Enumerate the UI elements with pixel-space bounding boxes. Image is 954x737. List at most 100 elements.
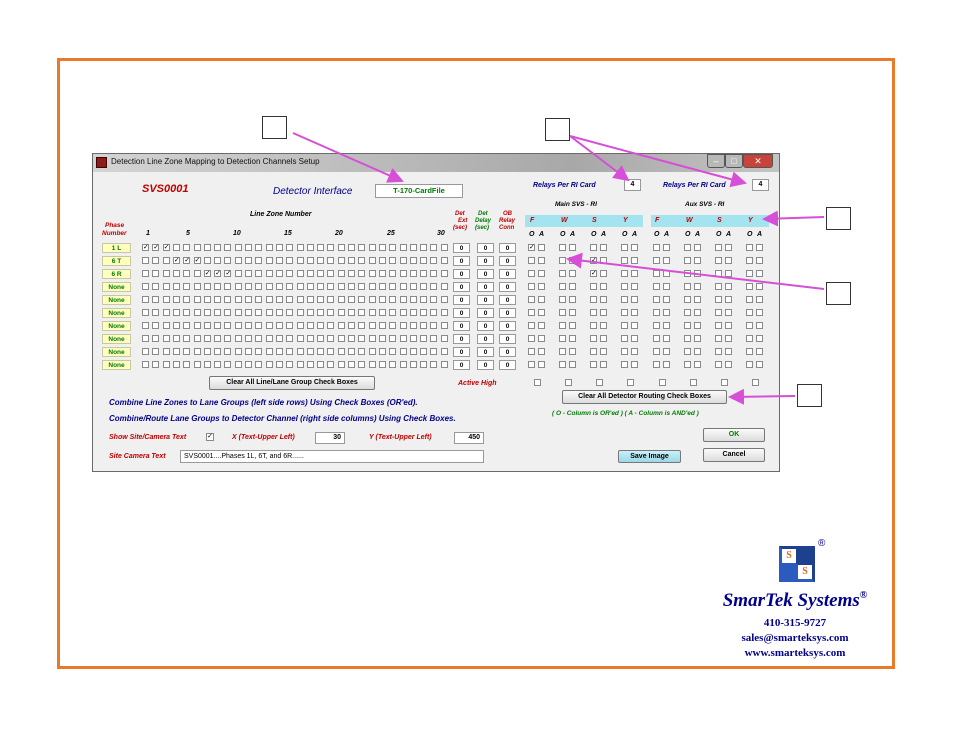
main-routing-checkbox[interactable] — [559, 361, 566, 368]
zone-checkbox[interactable] — [203, 322, 211, 329]
zone-checkbox[interactable] — [152, 309, 160, 316]
aux-routing-checkbox[interactable] — [684, 257, 691, 264]
main-routing-checkbox[interactable] — [559, 270, 566, 277]
aux-routing-checkbox[interactable] — [725, 322, 732, 329]
zone-checkbox[interactable] — [389, 335, 397, 342]
zone-checkbox[interactable] — [348, 361, 355, 368]
det-delay-input[interactable]: 0 — [477, 308, 494, 318]
zone-checkbox[interactable] — [172, 296, 180, 303]
phase-number-cell[interactable]: None — [102, 334, 131, 344]
zone-checkbox[interactable] — [317, 244, 325, 251]
zone-checkbox[interactable] — [420, 283, 428, 290]
aux-routing-checkbox[interactable] — [725, 270, 732, 277]
zone-checkbox[interactable] — [193, 348, 201, 355]
zone-checkbox[interactable] — [142, 322, 149, 329]
aux-routing-checkbox[interactable] — [746, 361, 753, 368]
main-routing-checkbox[interactable] — [538, 309, 545, 316]
zone-checkbox[interactable] — [399, 335, 407, 342]
zone-checkbox[interactable] — [420, 244, 428, 251]
main-routing-checkbox[interactable] — [528, 270, 535, 277]
zone-checkbox[interactable] — [389, 348, 397, 355]
main-routing-checkbox[interactable] — [528, 283, 535, 290]
zone-checkbox[interactable] — [368, 309, 376, 316]
main-routing-checkbox[interactable] — [631, 335, 638, 342]
zone-checkbox[interactable] — [152, 257, 160, 264]
zone-checkbox[interactable] — [275, 244, 283, 251]
zone-checkbox[interactable] — [430, 335, 438, 342]
zone-checkbox[interactable] — [275, 322, 283, 329]
aux-routing-checkbox[interactable] — [653, 309, 660, 316]
zone-checkbox[interactable] — [172, 283, 180, 290]
main-routing-checkbox[interactable] — [621, 309, 628, 316]
main-routing-checkbox[interactable] — [569, 361, 576, 368]
aux-routing-checkbox[interactable] — [715, 335, 722, 342]
zone-checkbox[interactable] — [409, 244, 417, 251]
zone-checkbox[interactable] — [317, 361, 325, 368]
zone-checkbox[interactable]: ✓ — [203, 270, 211, 277]
zone-checkbox[interactable] — [275, 283, 283, 290]
zone-checkbox[interactable] — [296, 335, 304, 342]
aux-routing-checkbox[interactable] — [746, 296, 753, 303]
zone-checkbox[interactable] — [399, 322, 407, 329]
main-routing-checkbox[interactable] — [600, 348, 607, 355]
aux-routing-checkbox[interactable] — [756, 257, 763, 264]
zone-checkbox[interactable] — [409, 322, 417, 329]
main-routing-checkbox[interactable] — [569, 322, 576, 329]
main-routing-checkbox[interactable] — [569, 257, 576, 264]
det-delay-input[interactable]: 0 — [477, 321, 494, 331]
aux-routing-checkbox[interactable] — [653, 283, 660, 290]
aux-routing-checkbox[interactable] — [756, 348, 763, 355]
main-routing-checkbox[interactable] — [600, 257, 607, 264]
main-routing-checkbox[interactable] — [631, 348, 638, 355]
zone-checkbox[interactable] — [389, 270, 397, 277]
zone-checkbox[interactable] — [203, 296, 211, 303]
zone-checkbox[interactable] — [420, 296, 428, 303]
zone-checkbox[interactable] — [286, 361, 294, 368]
main-routing-checkbox[interactable] — [631, 322, 638, 329]
zone-checkbox[interactable] — [317, 348, 325, 355]
zone-checkbox[interactable]: ✓ — [162, 244, 170, 251]
main-routing-checkbox[interactable] — [631, 283, 638, 290]
zone-checkbox[interactable] — [378, 270, 386, 277]
aux-routing-checkbox[interactable] — [746, 270, 753, 277]
zone-checkbox[interactable] — [306, 322, 314, 329]
zone-checkbox[interactable] — [409, 309, 417, 316]
main-routing-checkbox[interactable] — [559, 309, 566, 316]
ob-relay-input[interactable]: 0 — [499, 334, 516, 344]
zone-checkbox[interactable] — [368, 244, 376, 251]
main-routing-checkbox[interactable] — [600, 296, 607, 303]
zone-checkbox[interactable] — [275, 361, 283, 368]
aux-routing-checkbox[interactable] — [653, 296, 660, 303]
zone-checkbox[interactable] — [378, 244, 386, 251]
zone-checkbox[interactable] — [440, 296, 448, 303]
aux-routing-checkbox[interactable] — [694, 348, 701, 355]
zone-checkbox[interactable] — [368, 322, 376, 329]
zone-checkbox[interactable] — [327, 361, 335, 368]
zone-checkbox[interactable] — [265, 296, 273, 303]
detector-interface-select[interactable]: T-170-CardFile — [375, 184, 463, 198]
zone-checkbox[interactable] — [378, 335, 386, 342]
main-routing-checkbox[interactable] — [569, 296, 576, 303]
zone-checkbox[interactable] — [142, 309, 149, 316]
minimize-button[interactable]: – — [707, 154, 725, 168]
zone-checkbox[interactable] — [306, 257, 314, 264]
zone-checkbox[interactable] — [409, 335, 417, 342]
zone-checkbox[interactable] — [296, 296, 304, 303]
zone-checkbox[interactable] — [420, 309, 428, 316]
ob-relay-input[interactable]: 0 — [499, 256, 516, 266]
main-routing-checkbox[interactable] — [559, 244, 566, 251]
zone-checkbox[interactable] — [142, 296, 149, 303]
zone-checkbox[interactable] — [142, 283, 149, 290]
main-routing-checkbox[interactable] — [538, 257, 545, 264]
aux-active-high-checkbox[interactable] — [721, 379, 728, 386]
main-routing-checkbox[interactable] — [590, 361, 597, 368]
zone-checkbox[interactable] — [172, 309, 180, 316]
main-routing-checkbox[interactable] — [621, 244, 628, 251]
aux-routing-checkbox[interactable] — [756, 296, 763, 303]
y-input[interactable]: 450 — [454, 432, 484, 444]
aux-routing-checkbox[interactable] — [684, 361, 691, 368]
zone-checkbox[interactable] — [265, 309, 273, 316]
zone-checkbox[interactable] — [378, 283, 386, 290]
zone-checkbox[interactable] — [399, 283, 407, 290]
aux-routing-checkbox[interactable] — [694, 309, 701, 316]
